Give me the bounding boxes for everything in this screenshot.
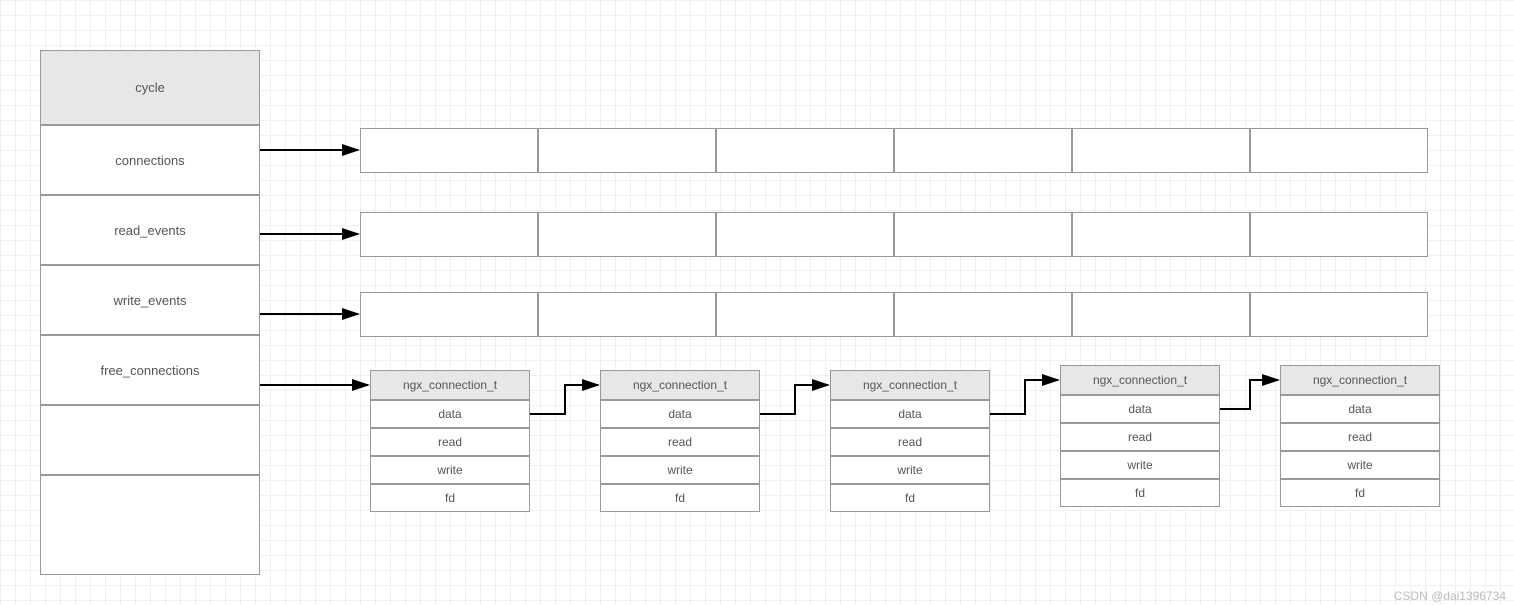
struct-field-read: read [1280,423,1440,451]
struct-field-write: write [1060,451,1220,479]
struct-field-fd: fd [1060,479,1220,507]
struct-title: ngx_connection_t [1280,365,1440,395]
struct-field-fd: fd [600,484,760,512]
struct-title: ngx_connection_t [600,370,760,400]
struct-field-write: write [830,456,990,484]
read-events-cell [716,212,894,257]
watermark: CSDN @dai1396734 [1394,589,1506,603]
cycle-row-write-events: write_events [40,265,260,335]
write-events-cell [538,292,716,337]
cycle-header: cycle [40,50,260,125]
struct-title: ngx_connection_t [1060,365,1220,395]
struct-field-write: write [600,456,760,484]
struct-title: ngx_connection_t [370,370,530,400]
connections-cell [894,128,1072,173]
cycle-row-connections: connections [40,125,260,195]
read-events-cell [360,212,538,257]
cycle-row-empty-1 [40,405,260,475]
write-events-cell [716,292,894,337]
cycle-row-empty-2 [40,475,260,575]
struct-field-read: read [830,428,990,456]
read-events-cell [1072,212,1250,257]
struct-field-data: data [370,400,530,428]
cycle-row-read-events: read_events [40,195,260,265]
struct-field-fd: fd [370,484,530,512]
cycle-row-free-connections: free_connections [40,335,260,405]
struct-field-data: data [1060,395,1220,423]
write-events-cell [1250,292,1428,337]
struct-field-write: write [1280,451,1440,479]
struct-field-data: data [830,400,990,428]
read-events-cell [538,212,716,257]
write-events-cell [360,292,538,337]
struct-field-data: data [1280,395,1440,423]
connections-cell [1250,128,1428,173]
write-events-cell [1072,292,1250,337]
write-events-cell [894,292,1072,337]
connections-cell [716,128,894,173]
struct-field-fd: fd [1280,479,1440,507]
struct-title: ngx_connection_t [830,370,990,400]
connections-cell [538,128,716,173]
read-events-cell [1250,212,1428,257]
struct-field-write: write [370,456,530,484]
read-events-cell [894,212,1072,257]
struct-field-read: read [600,428,760,456]
struct-field-fd: fd [830,484,990,512]
connections-cell [1072,128,1250,173]
struct-field-read: read [370,428,530,456]
struct-field-data: data [600,400,760,428]
struct-field-read: read [1060,423,1220,451]
connections-cell [360,128,538,173]
